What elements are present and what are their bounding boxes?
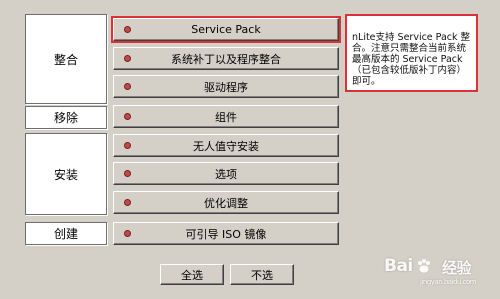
task-label: 组件 (215, 110, 237, 124)
status-dot-icon (124, 199, 131, 206)
task-bootable-iso[interactable]: 可引导 ISO 镜像 (113, 222, 339, 245)
task-label: 驱动程序 (204, 80, 248, 94)
baidu-watermark: Bai 经验 jingyan.baidu.com (384, 256, 494, 286)
status-dot-icon (124, 142, 131, 149)
group-create: 创建 (25, 222, 107, 245)
info-note: nLite支持 Service Pack 整合。注意只需整合当前系统最高版本的 … (345, 14, 478, 92)
status-dot-icon (124, 83, 131, 90)
status-dot-icon (124, 230, 131, 237)
task-label: 无人值守安装 (193, 139, 259, 153)
task-drivers[interactable]: 驱动程序 (113, 75, 339, 98)
group-remove: 移除 (25, 106, 107, 129)
task-label: Service Pack (191, 23, 261, 36)
task-options[interactable]: 选项 (113, 162, 339, 185)
task-components[interactable]: 组件 (113, 105, 339, 128)
task-label: 可引导 ISO 镜像 (185, 227, 267, 241)
task-service-pack[interactable]: Service Pack (111, 16, 341, 43)
select-none-button[interactable]: 不选 (230, 264, 294, 285)
task-unattended[interactable]: 无人值守安装 (113, 134, 339, 157)
group-integrate: 整合 (25, 14, 107, 104)
info-note-text: nLite支持 Service Pack 整合。注意只需整合当前系统最高版本的 … (352, 32, 471, 87)
select-all-button[interactable]: 全选 (160, 264, 224, 285)
paw-icon (418, 259, 430, 273)
status-dot-icon (124, 170, 131, 177)
group-setup: 安装 (25, 133, 107, 215)
watermark-url: jingyan.baidu.com (420, 278, 477, 286)
task-label: 优化调整 (204, 196, 248, 210)
select-none-label: 不选 (251, 268, 273, 282)
status-dot-icon (124, 26, 131, 33)
task-hotfixes[interactable]: 系统补丁以及程序整合 (113, 47, 339, 70)
group-integrate-label: 整合 (53, 52, 78, 67)
task-label: 选项 (215, 167, 237, 181)
status-dot-icon (124, 113, 131, 120)
group-create-label: 创建 (53, 227, 78, 241)
select-all-label: 全选 (181, 268, 203, 282)
task-tweaks[interactable]: 优化调整 (113, 191, 339, 214)
watermark-brand: Bai (384, 256, 413, 276)
group-setup-label: 安装 (53, 167, 78, 182)
task-label: 系统补丁以及程序整合 (171, 52, 281, 66)
status-dot-icon (124, 55, 131, 62)
group-remove-label: 移除 (53, 111, 78, 125)
watermark-brand-tail: 经验 (442, 259, 472, 277)
